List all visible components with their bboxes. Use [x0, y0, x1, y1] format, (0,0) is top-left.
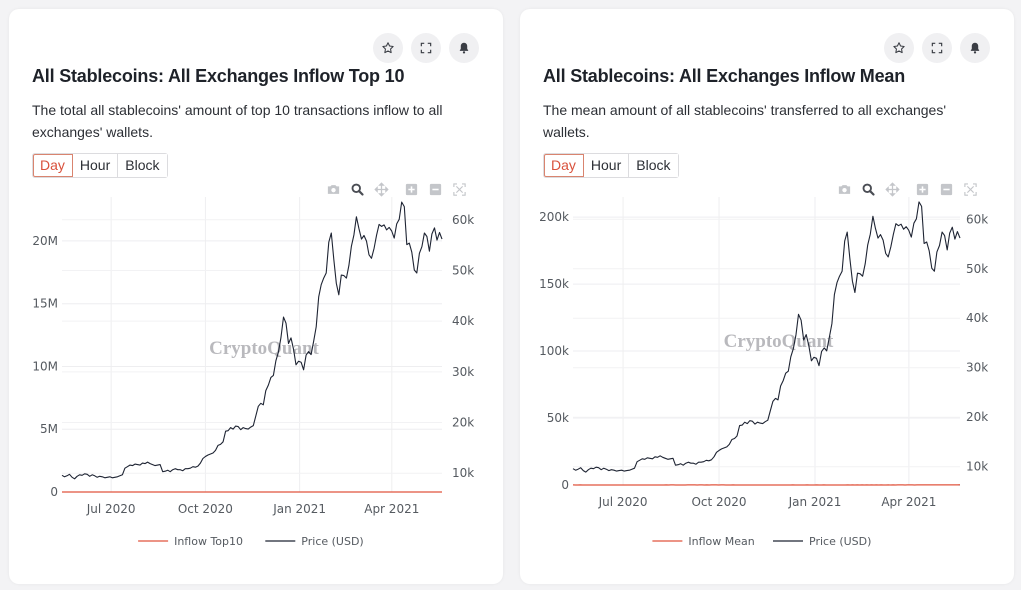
- y-right-tick-label: 40k: [452, 314, 474, 328]
- x-tick-label: Oct 2020: [178, 502, 233, 516]
- y-left-tick-label: 20M: [32, 234, 58, 248]
- x-tick-label: Oct 2020: [691, 495, 746, 509]
- legend-label-inflow: Inflow Top10: [174, 535, 243, 548]
- y-left-tick-label: 10M: [32, 359, 58, 373]
- y-right-tick-label: 20k: [452, 416, 474, 430]
- x-tick-label: Jan 2021: [788, 495, 842, 509]
- legend: Inflow Top10 Price (USD): [138, 535, 364, 548]
- x-tick-label: Jan 2021: [272, 502, 326, 516]
- y-right-tick-label: 60k: [966, 212, 988, 226]
- y-right-tick-label: 30k: [452, 365, 474, 379]
- x-tick-label: Jul 2020: [86, 502, 136, 516]
- y-right-tick-label: 10k: [452, 466, 474, 480]
- y-left-tick-label: 5M: [40, 422, 58, 436]
- y-right-tick-label: 10k: [966, 460, 988, 474]
- legend-label-price: Price (USD): [809, 535, 871, 548]
- chart-card-inflow-mean: All Stablecoins: All Exchanges Inflow Me…: [520, 9, 1014, 584]
- x-tick-label: Apr 2021: [881, 495, 936, 509]
- watermark-text: CryptoQuant: [724, 331, 834, 352]
- y-right-tick-label: 50k: [966, 262, 988, 276]
- chart-card-inflow-top10: All Stablecoins: All Exchanges Inflow To…: [9, 9, 503, 584]
- chart-inflow-top10[interactable]: Jul 2020 Oct 2020 Jan 2021 Apr 2021 0 5M 10M 15…: [9, 9, 503, 584]
- chart-inflow-mean[interactable]: Jul 2020 Oct 2020 Jan 2021 Apr 2021 0 50k 100k…: [520, 9, 1014, 584]
- x-tick-label: Apr 2021: [364, 502, 419, 516]
- y-right-tick-label: 30k: [966, 361, 988, 375]
- y-left-tick-label: 0: [561, 478, 569, 492]
- y-right-tick-label: 40k: [966, 311, 988, 325]
- x-tick-label: Jul 2020: [598, 495, 648, 509]
- y-right-tick-label: 60k: [452, 213, 474, 227]
- watermark-text: CryptoQuant: [209, 338, 319, 359]
- y-left-tick-label: 50k: [547, 411, 569, 425]
- y-right-tick-label: 50k: [452, 263, 474, 277]
- y-left-tick-label: 0: [50, 485, 58, 499]
- y-left-tick-label: 15M: [32, 297, 58, 311]
- legend-label-inflow: Inflow Mean: [688, 535, 754, 548]
- y-right-tick-label: 20k: [966, 410, 988, 424]
- y-left-tick-label: 150k: [539, 277, 569, 291]
- y-left-tick-label: 200k: [539, 210, 569, 224]
- y-left-tick-label: 100k: [539, 344, 569, 358]
- legend-label-price: Price (USD): [301, 535, 363, 548]
- legend: Inflow Mean Price (USD): [652, 535, 871, 548]
